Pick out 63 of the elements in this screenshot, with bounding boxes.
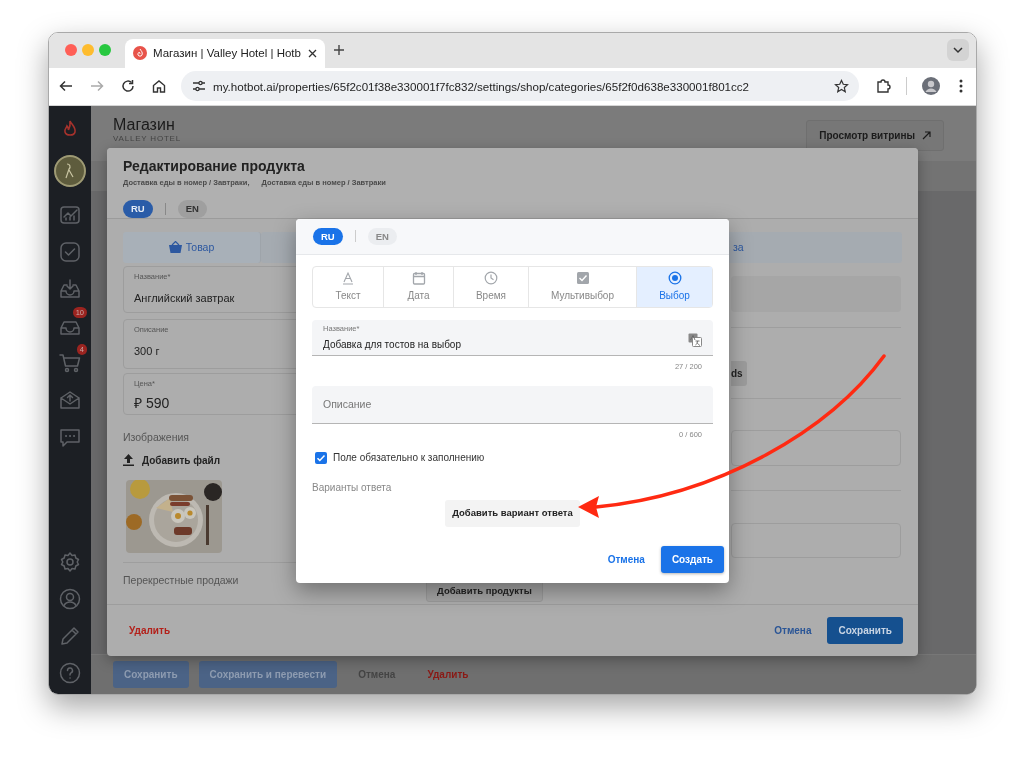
create-button[interactable]: Создать [660, 545, 724, 573]
clock-icon [484, 270, 498, 285]
section-label: Варианты ответа [312, 481, 393, 496]
reload-icon[interactable] [120, 78, 136, 95]
close-icon[interactable] [308, 48, 317, 58]
field-type-tab[interactable]: Выбор [637, 266, 712, 307]
extensions-icon[interactable] [875, 78, 891, 95]
basket-icon [168, 241, 182, 254]
pencil-icon[interactable] [59, 624, 81, 647]
checkbox-icon [575, 270, 590, 285]
close-window-button[interactable] [65, 44, 77, 57]
menu-icon[interactable] [959, 79, 963, 94]
add-option-button[interactable]: Добавить вариант ответа [445, 500, 580, 527]
check-icon[interactable] [59, 240, 81, 263]
translate-icon[interactable] [688, 333, 702, 348]
help-icon[interactable] [59, 661, 81, 684]
browser-tab[interactable]: Магазин | Valley Hotel | Hotb [125, 38, 325, 68]
address-bar[interactable]: my.hotbot.ai/properties/65f2c01f38e330001f7fc832/settings/shop/categories/65f2f0d638e330001f801cc2 [181, 71, 859, 102]
settings-icon[interactable] [59, 550, 81, 573]
language-tab[interactable]: RU [313, 227, 343, 246]
save-button[interactable]: Сохранить [827, 616, 903, 644]
add-file-link[interactable]: Добавить файл [142, 452, 221, 468]
new-tab-button[interactable] [333, 44, 345, 57]
radio-icon [667, 270, 682, 285]
form-field[interactable] [731, 275, 901, 312]
upload-icon [123, 454, 134, 467]
button-fragment[interactable]: ds [731, 360, 747, 386]
user-icon[interactable] [59, 587, 81, 610]
cancel-link[interactable]: Отмена [607, 551, 645, 567]
avatar-icon[interactable] [54, 154, 86, 187]
checkbox[interactable] [315, 451, 327, 464]
flame-icon [133, 46, 147, 61]
inbox-icon[interactable] [59, 277, 81, 300]
checkbox-label: Поле обязательно к заполнению [333, 451, 485, 466]
modal-title: Редактирование продукта [123, 156, 306, 176]
external-arrow-icon [922, 130, 931, 140]
form-field[interactable] [731, 429, 901, 466]
storefront-button[interactable]: Просмотр витрины [806, 119, 944, 151]
profile-avatar[interactable] [922, 77, 940, 96]
field-type-tab[interactable]: Время [454, 266, 529, 307]
field-type-tab[interactable]: Текст [313, 266, 384, 307]
envelope-icon[interactable] [59, 388, 81, 411]
product-tab[interactable]: Товар [123, 231, 261, 263]
description-field[interactable]: Описание [312, 386, 713, 425]
zoom-window-button[interactable] [99, 44, 111, 57]
language-tab[interactable]: EN [177, 200, 207, 218]
home-icon[interactable] [151, 78, 167, 95]
cancel-link[interactable]: Отмена [774, 622, 812, 638]
field-type-tab[interactable]: Дата [384, 266, 454, 307]
language-tab[interactable]: EN [367, 227, 397, 246]
page-title: Магазин [113, 115, 176, 134]
delete-link[interactable]: Удалить [129, 622, 171, 638]
chart-icon[interactable] [59, 203, 81, 226]
section-label: Изображения [123, 429, 189, 445]
tab-search-button[interactable] [947, 39, 969, 62]
text-format-icon [341, 270, 355, 285]
tab-label: за [733, 239, 744, 255]
section-label: Перекрестные продажи [123, 572, 240, 588]
cart-icon[interactable] [59, 351, 81, 374]
star-icon[interactable] [834, 78, 849, 94]
form-field[interactable] [731, 522, 901, 558]
calendar-icon [411, 270, 426, 285]
language-tab[interactable]: RU [123, 200, 153, 218]
